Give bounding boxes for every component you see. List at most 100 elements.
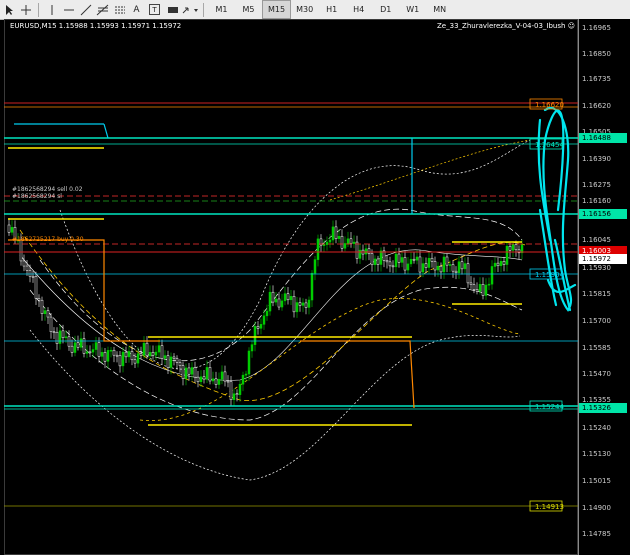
candle-body — [244, 373, 248, 376]
price-label: 1.15470 — [582, 370, 611, 378]
candle-body — [151, 352, 155, 356]
candle-body — [409, 258, 413, 265]
candle-body — [484, 284, 488, 296]
level-value: 1.15904 — [535, 271, 564, 279]
candle-body — [286, 293, 290, 301]
candle-body — [73, 342, 77, 353]
candle-body — [478, 283, 482, 292]
price-label: 1.15015 — [582, 477, 611, 485]
candle-body — [91, 349, 95, 353]
candle-body — [259, 324, 263, 329]
candle-body — [337, 235, 341, 239]
candle-body — [280, 300, 284, 308]
candle-body — [175, 358, 179, 363]
level-value: 1.14913 — [535, 503, 564, 511]
candle-body — [490, 266, 494, 285]
candle-body — [265, 310, 269, 317]
candle-body — [94, 342, 98, 350]
candle-body — [322, 244, 326, 246]
candle-body — [40, 299, 44, 314]
price-label: 1.15585 — [582, 344, 611, 352]
candle-body — [112, 349, 116, 356]
candle-body — [52, 331, 56, 333]
price-label: 1.16620 — [582, 102, 611, 110]
candle-body — [262, 315, 266, 325]
candle-body — [343, 243, 347, 249]
candle-body — [157, 345, 161, 353]
candle-body — [295, 302, 299, 313]
order-label-buy: #1862725217 buy 0.30 — [12, 236, 84, 243]
candle-body — [196, 376, 200, 383]
candle-body — [232, 393, 236, 400]
candle-body — [304, 302, 308, 308]
candle-body — [472, 284, 476, 290]
candle-body — [202, 376, 206, 380]
candle-body — [301, 302, 305, 306]
candle-body — [334, 226, 338, 239]
candle-body — [88, 351, 92, 354]
candle-body — [451, 264, 455, 272]
candle-body — [397, 253, 401, 263]
candle-body — [514, 244, 518, 251]
candle-body — [493, 262, 497, 267]
candle-body — [448, 264, 452, 266]
candle-body — [214, 378, 218, 385]
candle-body — [340, 235, 344, 249]
candle-body — [187, 367, 191, 375]
candle-body — [274, 298, 278, 303]
candle-body — [163, 355, 167, 359]
candle-body — [115, 354, 119, 357]
price-tag: 1.16488 — [579, 133, 627, 143]
yellow-ma-3 — [329, 139, 531, 201]
candle-body — [64, 336, 68, 339]
candle-body — [508, 245, 512, 251]
candle-body — [310, 272, 314, 301]
candle-body — [271, 291, 275, 303]
candle-body — [76, 342, 80, 348]
candle-body — [130, 351, 134, 361]
price-label: 1.16965 — [582, 24, 611, 32]
yellow-ma — [19, 229, 526, 401]
lower-band-outer — [29, 329, 521, 481]
candle-body — [400, 257, 404, 263]
price-label: 1.14900 — [582, 504, 611, 512]
candle-body — [154, 351, 158, 356]
candle-body — [22, 260, 26, 267]
candle-body — [7, 224, 11, 233]
price-tag-current: 1.15972 — [579, 254, 627, 264]
candle-body — [166, 355, 170, 368]
candle-body — [199, 376, 203, 383]
candle-body — [466, 263, 470, 284]
candle-body — [511, 244, 515, 251]
yellow-ma-2 — [139, 298, 521, 421]
candle-body — [58, 330, 62, 344]
price-label: 1.16275 — [582, 181, 611, 189]
candle-body — [70, 345, 74, 353]
candle-body — [358, 249, 362, 259]
candle-body — [145, 342, 149, 357]
candle-body — [208, 367, 212, 382]
candle-body — [385, 260, 389, 263]
candle-body — [235, 393, 239, 396]
candle-body — [436, 265, 440, 271]
candle-body — [352, 241, 356, 244]
candle-body — [103, 352, 107, 362]
candle-body — [133, 359, 137, 364]
candle-body — [313, 259, 317, 274]
candle-body — [223, 371, 227, 382]
candle-body — [442, 256, 446, 273]
candle-body — [412, 258, 416, 261]
candle-body — [487, 283, 491, 286]
candle-body — [136, 353, 140, 364]
candle-body — [388, 261, 392, 267]
candle-body — [217, 379, 221, 385]
candle-body — [172, 356, 176, 359]
price-tag: 1.16156 — [579, 209, 627, 219]
candle-body — [499, 261, 503, 267]
candle-body — [460, 261, 464, 270]
candle-body — [430, 257, 434, 262]
candle-body — [229, 381, 233, 400]
indicator-name: Ze_33_Zhuravlerezka_V-04-03_Ibush — [437, 22, 566, 30]
candle-body — [247, 350, 251, 375]
candle-body — [169, 356, 173, 368]
